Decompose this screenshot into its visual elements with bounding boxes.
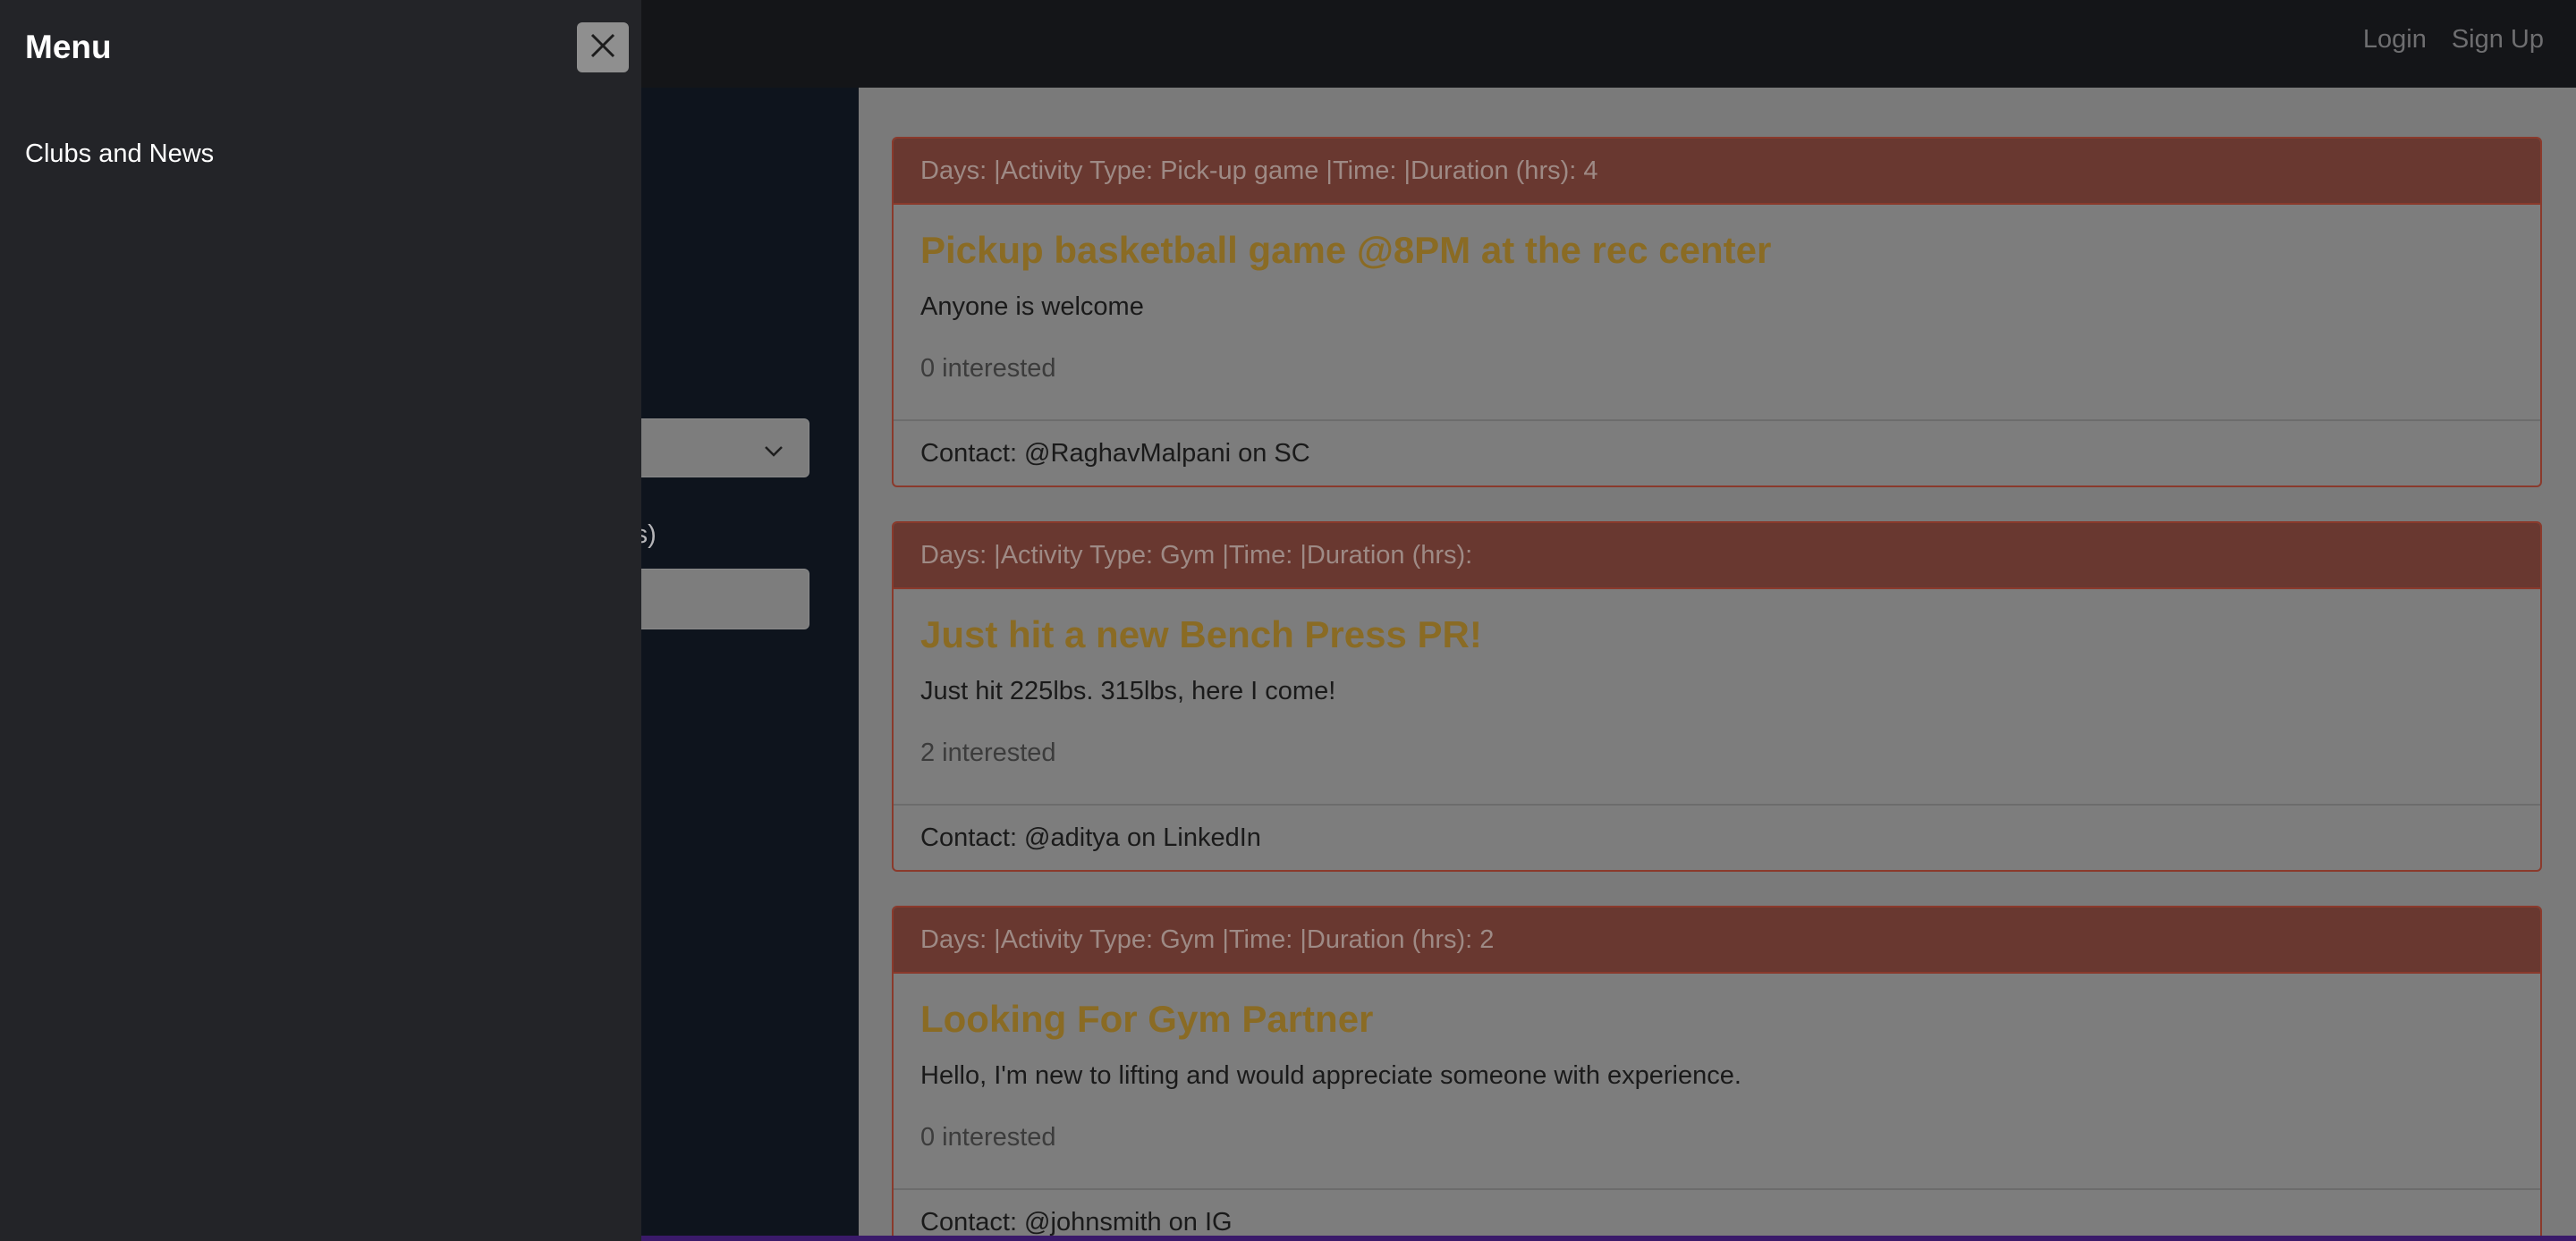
close-menu-button[interactable]: [577, 22, 629, 72]
interested-count[interactable]: 0 interested: [920, 1125, 2540, 1151]
activity-type-select[interactable]: [626, 418, 809, 477]
post-body: Hello, I'm new to lifting and would appr…: [920, 1061, 1741, 1090]
login-link[interactable]: Login: [2363, 25, 2427, 55]
post-contact: Contact: @RaghavMalpani on SC: [894, 419, 2540, 485]
post-title: Just hit a new Bench Press PR!: [920, 613, 1482, 655]
post-title: Looking For Gym Partner: [920, 998, 1374, 1040]
post-header: Days: |Activity Type: Gym |Time: |Durati…: [894, 908, 2540, 974]
post-card: Days: |Activity Type: Pick-up game |Time…: [892, 137, 2542, 487]
post-body: Just hit 225lbs. 315lbs, here I come!: [920, 677, 1336, 705]
post-contact: Contact: @aditya on LinkedIn: [894, 804, 2540, 870]
post-contact: Contact: @johnsmith on IG: [894, 1188, 2540, 1241]
menu-link-clubs-and-news[interactable]: Clubs and News: [25, 139, 214, 169]
nav-auth-links: Login Sign Up: [2363, 25, 2544, 55]
chevron-down-icon: [764, 435, 784, 464]
interested-count[interactable]: 0 interested: [920, 356, 2540, 382]
menu-title: Menu: [25, 29, 112, 65]
offcanvas-menu: Menu Clubs and News: [0, 0, 641, 1241]
post-card: Days: |Activity Type: Gym |Time: |Durati…: [892, 521, 2542, 872]
interested-count[interactable]: 2 interested: [920, 740, 2540, 766]
duration-input[interactable]: [626, 569, 809, 629]
post-feed: Days: |Activity Type: Pick-up game |Time…: [859, 88, 2576, 1241]
post-header: Days: |Activity Type: Pick-up game |Time…: [894, 139, 2540, 205]
post-title: Pickup basketball game @8PM at the rec c…: [920, 229, 1772, 271]
post-card: Days: |Activity Type: Gym |Time: |Durati…: [892, 906, 2542, 1241]
close-icon: [589, 32, 616, 63]
post-header: Days: |Activity Type: Gym |Time: |Durati…: [894, 523, 2540, 589]
post-body: Anyone is welcome: [920, 292, 1144, 321]
signup-link[interactable]: Sign Up: [2452, 25, 2544, 55]
